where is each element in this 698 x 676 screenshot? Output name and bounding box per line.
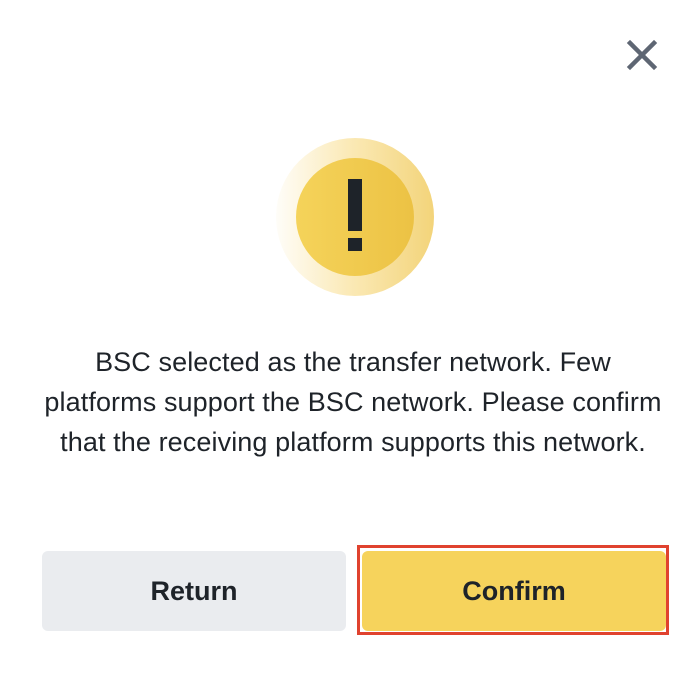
close-icon bbox=[620, 36, 664, 76]
exclamation-icon bbox=[348, 179, 362, 251]
return-button[interactable]: Return bbox=[42, 551, 346, 631]
warning-badge bbox=[276, 138, 434, 296]
close-button[interactable] bbox=[620, 36, 664, 76]
confirm-button[interactable]: Confirm bbox=[362, 551, 666, 631]
confirm-network-dialog: BSC selected as the transfer network. Fe… bbox=[0, 0, 698, 676]
warning-message: BSC selected as the transfer network. Fe… bbox=[44, 347, 662, 457]
